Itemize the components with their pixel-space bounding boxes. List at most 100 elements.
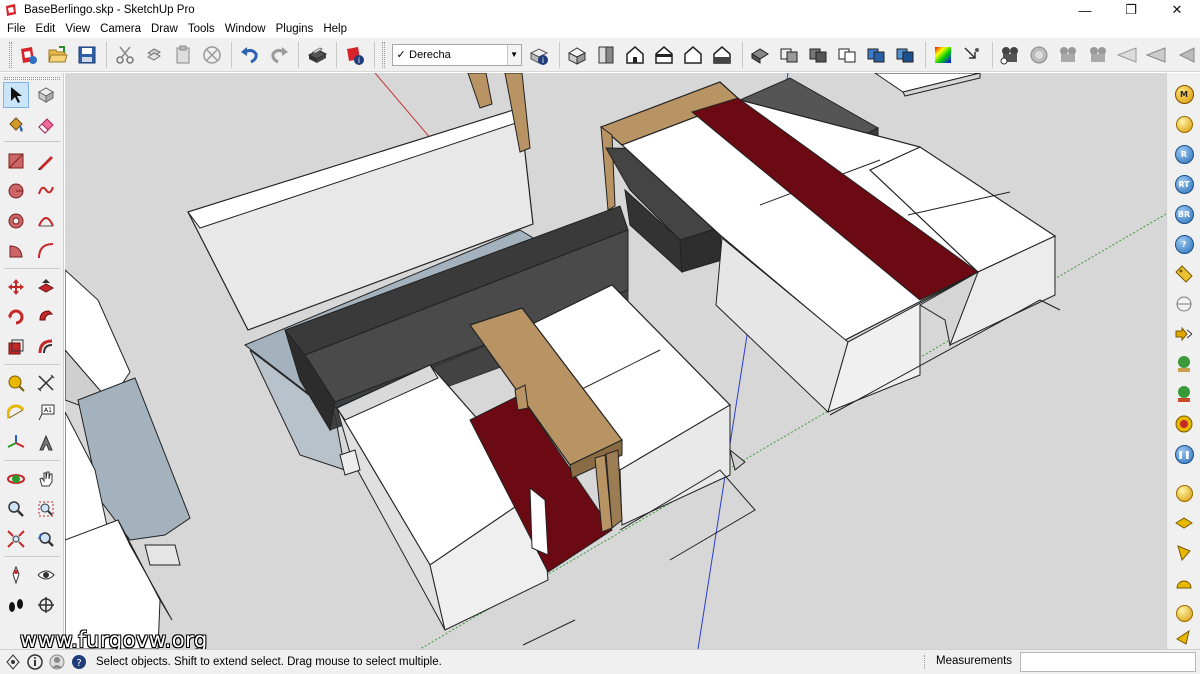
gold-sphere-icon[interactable]: [1172, 481, 1196, 505]
copy-icon[interactable]: [140, 41, 167, 69]
section-plane-icon[interactable]: [33, 592, 59, 618]
scale-tool-icon[interactable]: [3, 334, 29, 360]
shaded-style-icon[interactable]: [863, 41, 890, 69]
scene-dropdown[interactable]: ✓ Derecha ▼: [392, 43, 522, 66]
offset-tool-icon[interactable]: [33, 334, 59, 360]
eraser-icon[interactable]: [33, 112, 59, 138]
hidden-line-style-icon[interactable]: [834, 41, 861, 69]
menu-plugins[interactable]: Plugins: [271, 23, 319, 35]
m-plugin-icon[interactable]: M: [1172, 82, 1196, 106]
menu-view[interactable]: View: [60, 23, 95, 35]
zoom-tool-icon[interactable]: [3, 496, 29, 522]
walk-tool-icon[interactable]: [3, 592, 29, 618]
camera-edit-icon[interactable]: [1084, 41, 1111, 69]
menu-edit[interactable]: Edit: [31, 23, 61, 35]
close-button[interactable]: ✕: [1154, 0, 1200, 20]
arc-tool-icon[interactable]: [33, 208, 59, 234]
plane-plugin-icon[interactable]: [1172, 511, 1196, 535]
palette-grip[interactable]: [4, 77, 60, 80]
r-plugin-icon[interactable]: R: [1172, 142, 1196, 166]
rt-plugin-icon[interactable]: RT: [1172, 172, 1196, 196]
pie-tool-icon[interactable]: [3, 238, 29, 264]
tree-plugin-icon[interactable]: [1172, 352, 1196, 376]
drawing-viewport[interactable]: [65, 73, 1166, 649]
menu-camera[interactable]: Camera: [95, 23, 146, 35]
erase-icon[interactable]: [198, 41, 225, 69]
wireframe-style-icon[interactable]: [805, 41, 832, 69]
polygon-tool-icon[interactable]: [3, 208, 29, 234]
top-view-icon[interactable]: [593, 41, 620, 69]
frustum-edge-icon[interactable]: [1171, 41, 1198, 69]
scene-info-icon[interactable]: i: [526, 41, 553, 69]
menu-draw[interactable]: Draw: [146, 23, 183, 35]
pan-tool-icon[interactable]: [33, 466, 59, 492]
credits-icon[interactable]: [26, 653, 44, 671]
two-point-arc-icon[interactable]: [33, 238, 59, 264]
measurements-input[interactable]: [1020, 652, 1196, 672]
arrows-plugin-icon[interactable]: [1172, 322, 1196, 346]
back-view-icon[interactable]: [680, 41, 707, 69]
redo-icon[interactable]: [265, 41, 292, 69]
iso-view-icon[interactable]: [564, 41, 591, 69]
text-tool-icon[interactable]: A1: [33, 400, 59, 426]
br-plugin-icon[interactable]: BR: [1172, 202, 1196, 226]
help-plugin-icon[interactable]: ?: [1172, 232, 1196, 256]
undo-icon[interactable]: [236, 41, 263, 69]
toolbar-grip[interactable]: [9, 41, 12, 68]
instructor-help-icon[interactable]: ?: [70, 653, 88, 671]
dimension-tool-icon[interactable]: [33, 370, 59, 396]
backedges-style-icon[interactable]: [776, 41, 803, 69]
push-pull-icon[interactable]: [33, 274, 59, 300]
rectangle-tool-icon[interactable]: [3, 148, 29, 174]
left-view-icon[interactable]: [709, 41, 736, 69]
xray-style-icon[interactable]: [747, 41, 774, 69]
zoom-extents-icon[interactable]: [3, 526, 29, 552]
tree-alt-plugin-icon[interactable]: [1172, 382, 1196, 406]
zoom-window-icon[interactable]: [33, 496, 59, 522]
look-around-icon[interactable]: [33, 562, 59, 588]
protractor-icon[interactable]: [3, 400, 29, 426]
freehand-icon[interactable]: [33, 178, 59, 204]
pencil-icon[interactable]: [33, 148, 59, 174]
axes-tool-icon[interactable]: [3, 430, 29, 456]
new-file-icon[interactable]: [15, 41, 42, 69]
previous-view-icon[interactable]: [33, 526, 59, 552]
cut-icon[interactable]: [111, 41, 138, 69]
dome-plugin-icon[interactable]: [1172, 571, 1196, 595]
user-account-icon[interactable]: [48, 653, 66, 671]
front-view-icon[interactable]: [622, 41, 649, 69]
pause-plugin-icon[interactable]: ❚❚: [1172, 442, 1196, 466]
circle-tool-icon[interactable]: [3, 178, 29, 204]
flag-plugin-icon[interactable]: [1172, 541, 1196, 565]
paste-icon[interactable]: [169, 41, 196, 69]
camera-add-icon[interactable]: [997, 41, 1024, 69]
gold-ball-icon[interactable]: [1172, 601, 1196, 625]
shadow-icon[interactable]: [1026, 41, 1053, 69]
restore-button[interactable]: ❐: [1108, 0, 1154, 20]
open-file-icon[interactable]: [44, 41, 71, 69]
3d-text-icon[interactable]: [33, 430, 59, 456]
follow-me-icon[interactable]: [33, 304, 59, 330]
print-icon[interactable]: [303, 41, 330, 69]
camera-icon[interactable]: [1055, 41, 1082, 69]
menu-help[interactable]: Help: [318, 23, 352, 35]
paint-bucket-icon[interactable]: [3, 112, 29, 138]
components-icon[interactable]: [959, 41, 986, 69]
move-tool-icon[interactable]: [3, 274, 29, 300]
orbit-tool-icon[interactable]: [3, 466, 29, 492]
menu-window[interactable]: Window: [220, 23, 271, 35]
tag-plugin-icon[interactable]: [1172, 112, 1196, 136]
label-plugin-icon[interactable]: [1172, 262, 1196, 286]
make-component-icon[interactable]: [33, 82, 59, 108]
frustum-icon[interactable]: [1113, 41, 1140, 69]
materials-icon[interactable]: [930, 41, 957, 69]
model-info-icon[interactable]: i: [341, 41, 368, 69]
chevron-down-icon[interactable]: ▼: [506, 44, 521, 65]
select-tool-icon[interactable]: [3, 82, 29, 108]
right-view-icon[interactable]: [651, 41, 678, 69]
sphere-plugin-icon[interactable]: [1172, 292, 1196, 316]
menu-file[interactable]: File: [2, 23, 31, 35]
frustum-alt-icon[interactable]: [1142, 41, 1169, 69]
georeference-icon[interactable]: [4, 653, 22, 671]
shaded-textures-style-icon[interactable]: [892, 41, 919, 69]
